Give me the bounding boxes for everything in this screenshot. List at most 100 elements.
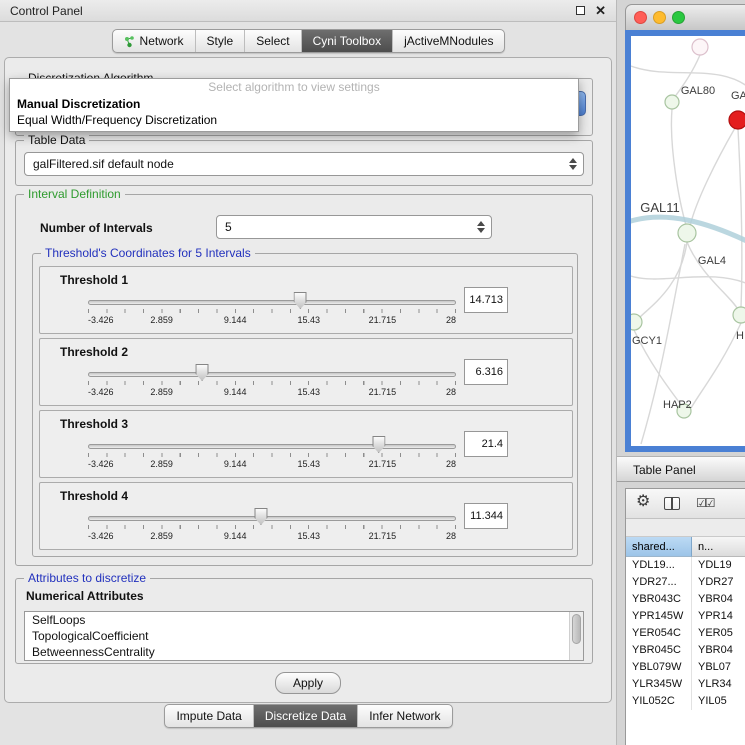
cell-name[interactable]: YPR14 — [692, 608, 745, 625]
slider-thumb[interactable] — [294, 292, 307, 309]
table-row[interactable]: YBR045C YBR04 — [626, 642, 745, 659]
tab-infer-network[interactable]: Infer Network — [357, 705, 451, 727]
slider-thumb[interactable] — [254, 508, 267, 525]
table-row[interactable]: YDL19... YDL19 — [626, 557, 745, 574]
tab-impute-data[interactable]: Impute Data — [165, 705, 252, 727]
dropdown-option-manual-discretization[interactable]: Manual Discretization — [10, 96, 578, 112]
table-row[interactable]: YER054C YER05 — [626, 625, 745, 642]
checkbox-filter-icons[interactable]: ☑☑ — [696, 496, 714, 510]
network-node-red-selected[interactable] — [729, 111, 745, 129]
cell-name[interactable]: YBR04 — [692, 642, 745, 659]
column-header-shared-name[interactable]: shared... — [626, 537, 692, 557]
tick-label: 15.43 — [298, 531, 321, 541]
tick-label: -3.426 — [88, 387, 114, 397]
network-node-gal80[interactable] — [665, 95, 679, 109]
numerical-attributes-label: Numerical Attributes — [26, 589, 144, 603]
table-toolbar: ⚙ ☑☑ — [626, 489, 745, 519]
node-label: GA — [731, 90, 745, 102]
tab-label: Select — [256, 34, 289, 48]
cell-shared-name[interactable]: YER054C — [626, 625, 692, 642]
tab-label: Network — [140, 34, 184, 48]
threshold-3-slider[interactable]: -3.4262.8599.14415.4321.71528 — [88, 433, 456, 477]
slider-thumb[interactable] — [196, 364, 209, 381]
threshold-1-slider[interactable]: -3.4262.8599.14415.4321.71528 — [88, 289, 456, 333]
cell-name[interactable]: YER05 — [692, 625, 745, 642]
cyni-toolbox-panel: Discretization Algorithm Select algorith… — [4, 57, 612, 703]
scrollbar-thumb[interactable] — [572, 614, 581, 644]
cell-shared-name[interactable]: YIL052C — [626, 693, 692, 710]
threshold-4-slider[interactable]: -3.4262.8599.14415.4321.71528 — [88, 505, 456, 549]
table-row[interactable]: YBL079W YBL07 — [626, 659, 745, 676]
list-item[interactable]: TopologicalCoefficient — [25, 628, 583, 644]
threshold-2-value-input[interactable] — [464, 359, 508, 385]
close-traffic-light[interactable] — [634, 11, 647, 24]
bottom-tab-bar: Impute Data Discretize Data Infer Networ… — [0, 704, 617, 728]
cell-name[interactable]: YLR34 — [692, 676, 745, 693]
cell-name[interactable]: YBL07 — [692, 659, 745, 676]
list-item[interactable]: BetweennessCentrality — [25, 644, 583, 660]
cell-shared-name[interactable]: YPR145W — [626, 608, 692, 625]
gear-icon[interactable]: ⚙ — [636, 494, 650, 510]
zoom-traffic-light[interactable] — [672, 11, 685, 24]
slider-thumb[interactable] — [372, 436, 385, 453]
columns-icon[interactable] — [664, 497, 680, 510]
cell-name[interactable]: YBR04 — [692, 591, 745, 608]
list-item[interactable]: SelfLoops — [25, 612, 583, 628]
numerical-attributes-list[interactable]: SelfLoopsTopologicalCoefficientBetweenne… — [24, 611, 584, 661]
tab-network[interactable]: Network — [113, 30, 195, 52]
threshold-1-value-input[interactable] — [464, 287, 508, 313]
threshold-panel-2: Threshold 2 -3.4262.8599.14415.4321.7152… — [39, 338, 573, 406]
close-icon[interactable]: ✕ — [595, 4, 606, 17]
tick-label: 28 — [446, 531, 456, 541]
dropdown-option-equal-width-frequency[interactable]: Equal Width/Frequency Discretization — [10, 112, 578, 128]
tab-discretize-data[interactable]: Discretize Data — [253, 705, 357, 727]
table-row[interactable]: YIL052C YIL05 — [626, 693, 745, 710]
tab-jactivemnodules[interactable]: jActiveMNodules — [392, 30, 504, 52]
cell-name[interactable]: YDL19 — [692, 557, 745, 574]
tab-style[interactable]: Style — [195, 30, 245, 52]
table-panel-header: Table Panel — [617, 456, 745, 482]
cell-shared-name[interactable]: YBR045C — [626, 642, 692, 659]
table-row[interactable]: YBR043C YBR04 — [626, 591, 745, 608]
column-header-name[interactable]: n... — [692, 537, 745, 557]
cell-shared-name[interactable]: YLR345W — [626, 676, 692, 693]
network-node-gcy1[interactable] — [631, 314, 642, 330]
cell-shared-name[interactable]: YDR27... — [626, 574, 692, 591]
node-label: GCY1 — [632, 335, 662, 347]
tab-label: Style — [207, 34, 234, 48]
tick-label: 2.859 — [150, 315, 173, 325]
tick-label: 15.43 — [298, 315, 321, 325]
threshold-2-slider[interactable]: -3.4262.8599.14415.4321.71528 — [88, 361, 456, 405]
table-row[interactable]: YPR145W YPR14 — [626, 608, 745, 625]
table-row[interactable]: YDR27... YDR27 — [626, 574, 745, 591]
cell-shared-name[interactable]: YBL079W — [626, 659, 692, 676]
network-node[interactable] — [733, 307, 745, 323]
cell-name[interactable]: YIL05 — [692, 693, 745, 710]
cell-name[interactable]: YDR27 — [692, 574, 745, 591]
table-subtoolbar — [626, 519, 745, 537]
tab-cyni-toolbox[interactable]: Cyni Toolbox — [301, 30, 392, 52]
minimize-traffic-light[interactable] — [653, 11, 666, 24]
cell-shared-name[interactable]: YDL19... — [626, 557, 692, 574]
table-row[interactable]: YLR345W YLR34 — [626, 676, 745, 693]
network-canvas[interactable]: GAL80 GA GAL11 GAL4 GCY1 HAP2 H — [631, 36, 745, 446]
network-node[interactable] — [692, 39, 708, 55]
network-node-gal11[interactable] — [678, 224, 696, 242]
slider-track[interactable] — [88, 372, 456, 377]
tick-label: 21.715 — [369, 531, 397, 541]
tab-select[interactable]: Select — [244, 30, 300, 52]
tick-label: 15.43 — [298, 459, 321, 469]
cell-shared-name[interactable]: YBR043C — [626, 591, 692, 608]
float-window-icon[interactable] — [576, 6, 585, 15]
slider-track[interactable] — [88, 300, 456, 305]
threshold-3-value-input[interactable] — [464, 431, 508, 457]
apply-button[interactable]: Apply — [275, 672, 341, 694]
threshold-4-value-input[interactable] — [464, 503, 508, 529]
number-of-intervals-combobox[interactable]: 5 — [216, 215, 492, 239]
tick-label: 2.859 — [150, 459, 173, 469]
list-scrollbar[interactable] — [569, 612, 583, 660]
slider-track[interactable] — [88, 444, 456, 449]
slider-track[interactable] — [88, 516, 456, 521]
combobox-value: 5 — [225, 220, 232, 234]
table-data-combobox[interactable]: galFiltered.sif default node — [24, 152, 584, 176]
